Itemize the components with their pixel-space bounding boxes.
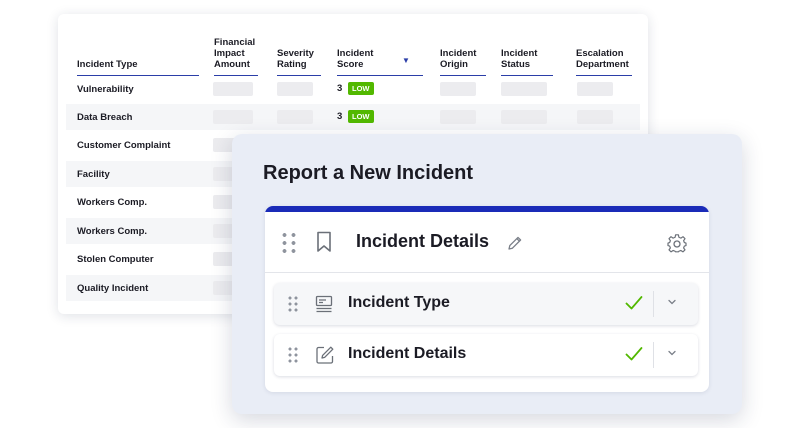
table-row[interactable]: Vulnerability 3 LOW — [66, 76, 640, 102]
section-title: Incident Details — [356, 231, 490, 251]
severity-badge: LOW — [348, 110, 374, 123]
placeholder-cell — [277, 110, 313, 124]
placeholder-cell — [577, 110, 613, 124]
column-header-escalation-department[interactable]: Escalation Department — [576, 48, 632, 76]
subsection-incident-type[interactable]: Incident Type — [274, 283, 698, 325]
gear-icon[interactable] — [667, 234, 687, 254]
divider — [653, 291, 654, 317]
placeholder-cell — [577, 82, 613, 96]
incident-score-value: 3 — [337, 83, 343, 94]
placeholder-cell — [440, 110, 476, 124]
placeholder-cell — [277, 82, 313, 96]
column-header-incident-type[interactable]: Incident Type — [77, 59, 199, 76]
table-row[interactable]: Data Breach 3 LOW — [66, 104, 640, 130]
table-header: Incident Type Financial Impact Amount Se… — [58, 14, 648, 76]
pencil-icon[interactable] — [507, 235, 523, 251]
drag-handle-icon[interactable] — [280, 231, 298, 255]
severity-badge: LOW — [348, 82, 374, 95]
report-incident-card: Report a New Incident Incident Details I… — [232, 134, 742, 414]
placeholder-cell — [213, 82, 253, 96]
chevron-down-icon[interactable] — [667, 298, 677, 306]
column-header-severity-rating[interactable]: Severity Rating — [277, 48, 321, 76]
incident-score-value: 3 — [337, 111, 343, 122]
drag-handle-icon[interactable] — [287, 295, 299, 313]
subsection-label: Incident Type — [348, 294, 450, 311]
sort-down-icon[interactable]: ▼ — [402, 57, 410, 65]
chevron-down-icon[interactable] — [667, 349, 677, 357]
column-header-incident-origin[interactable]: Incident Origin — [440, 48, 486, 76]
section-divider — [265, 272, 709, 273]
subsection-incident-details[interactable]: Incident Details — [274, 334, 698, 376]
bookmark-icon — [317, 231, 331, 252]
check-icon — [625, 347, 643, 361]
list-icon — [315, 295, 333, 313]
form-title: Report a New Incident — [263, 162, 474, 184]
incident-details-section: Incident Details Incident Type Incident … — [265, 206, 709, 392]
check-icon — [625, 296, 643, 310]
drag-handle-icon[interactable] — [287, 346, 299, 364]
placeholder-cell — [501, 110, 547, 124]
column-header-incident-status[interactable]: Incident Status — [501, 48, 553, 76]
edit-icon — [316, 346, 334, 364]
column-header-incident-score[interactable]: Incident Score — [337, 48, 423, 76]
placeholder-cell — [501, 82, 547, 96]
divider — [653, 342, 654, 368]
section-accent-bar — [265, 206, 709, 212]
column-header-financial-impact[interactable]: Financial Impact Amount — [214, 37, 258, 76]
placeholder-cell — [440, 82, 476, 96]
subsection-label: Incident Details — [348, 345, 467, 362]
placeholder-cell — [213, 110, 253, 124]
